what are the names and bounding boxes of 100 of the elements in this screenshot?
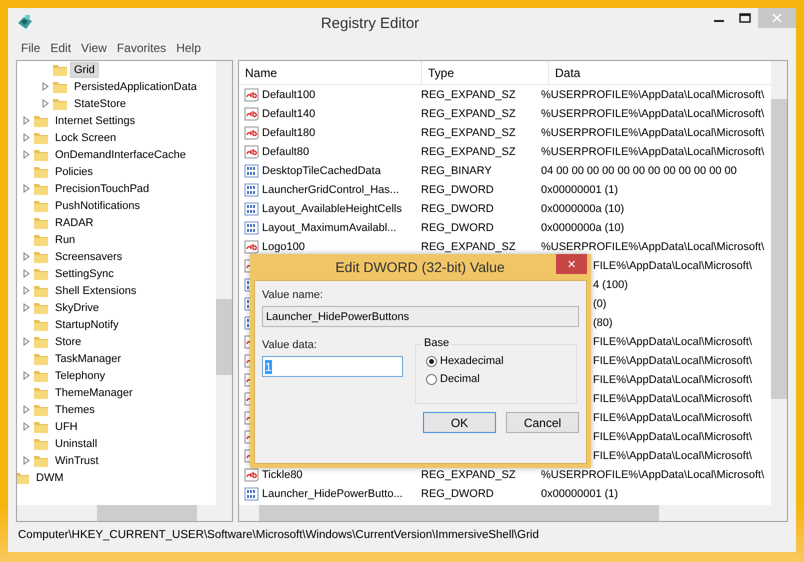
value-type: REG_DWORD [421,202,494,214]
tree-item[interactable]: StateStore [70,96,130,112]
tree-item[interactable]: Internet Settings [51,112,140,128]
folder-icon [17,470,30,484]
expand-arrow-icon[interactable] [22,371,31,380]
tree-item[interactable]: TaskManager [51,350,126,366]
folder-icon [33,266,49,280]
field-label: Value data: [262,339,317,351]
menu-item[interactable]: Edit [45,41,76,55]
close-button[interactable]: ✕ [556,254,587,274]
binary-value-icon [244,202,260,216]
value-name[interactable]: Default140 [262,108,316,120]
value-name[interactable]: Default180 [262,126,316,138]
tree-item[interactable]: SettingSync [51,266,118,282]
string-value-icon [244,88,260,102]
value-data: %USERPROFILE%\AppData\Local\Microsoft\ [541,88,764,100]
expand-arrow-icon[interactable] [22,184,31,193]
value-data: 0x00000001 (1) [541,488,618,500]
value-data: FILE%\AppData\Local\Microsoft\ [593,260,752,272]
value-name[interactable]: LauncherGridControl_Has... [262,184,399,196]
expand-arrow-icon[interactable] [22,456,31,465]
value-name-field[interactable]: Launcher_HidePowerButtons [262,306,579,327]
tree-item[interactable]: DWM [32,470,68,486]
folder-icon [33,114,49,128]
folder-icon [33,300,49,314]
value-name[interactable]: Layout_AvailableHeightCells [262,202,402,214]
expand-arrow-icon[interactable] [22,337,31,346]
folder-icon [33,148,49,162]
folder-icon [33,250,49,264]
tree-item[interactable]: WinTrust [51,452,103,468]
value-name[interactable]: Layout_MaximumAvailabl... [262,222,396,234]
window-title: Registry Editor [320,14,420,32]
group-label: Base [422,337,452,349]
tree-item[interactable]: OnDemandInterfaceCache [51,146,190,162]
folder-icon [33,318,49,332]
tree-item[interactable]: PersistedApplicationData [70,78,201,94]
value-data: FILE%\AppData\Local\Microsoft\ [593,336,752,348]
scrollbar[interactable] [17,505,232,521]
tree-item[interactable]: SkyDrive [51,300,104,316]
column-header[interactable]: Type [422,61,549,84]
menu-item[interactable]: File [16,41,46,55]
status-text: Computer\HKEY_CURRENT_USER\Software\Microsoft\Windows\CurrentVersion\ImmersiveShell\Grid [17,528,540,543]
binary-value-icon [244,220,260,234]
folder-icon [33,368,49,382]
radio-button[interactable] [426,356,437,366]
value-name[interactable]: Launcher_HidePowerButto... [262,488,403,500]
string-value-icon [244,240,260,254]
menu-item[interactable]: View [76,41,112,55]
value-data: FILE%\AppData\Local\Microsoft\ [593,450,752,462]
tree-item[interactable]: PushNotifications [51,198,144,214]
value-data: 0x0000000a (10) [541,222,624,234]
column-header[interactable]: Name [239,61,422,84]
menu-item[interactable]: Favorites [112,41,172,55]
radio-label[interactable]: Decimal [440,373,480,385]
tree-item[interactable]: Shell Extensions [51,282,140,298]
folder-icon [33,216,49,230]
scrollbar[interactable] [216,61,232,505]
tree-item[interactable]: Uninstall [51,436,102,452]
folder-icon [33,386,49,400]
folder-icon [33,130,49,144]
tree-item[interactable]: Policies [51,164,97,180]
radio-button[interactable] [426,374,437,384]
value-name[interactable]: Logo100 [262,240,305,252]
folder-icon [52,62,68,76]
tree-item[interactable]: Themes [51,402,99,418]
tree-item[interactable]: RADAR [51,214,98,230]
dialog-button[interactable]: OK [423,412,496,433]
folder-icon [33,334,49,348]
registry-app-icon [16,14,34,32]
tree-item[interactable]: Screensavers [51,248,126,264]
tree-item[interactable]: StartupNotify [51,316,123,332]
scrollbar[interactable] [239,505,787,521]
tree-item[interactable]: Telephony [51,368,110,384]
dialog-button[interactable]: Cancel [506,412,579,433]
value-name[interactable]: DesktopTileCachedData [262,164,381,176]
tree-item[interactable]: Lock Screen [51,130,120,146]
scrollbar[interactable] [771,61,787,505]
value-type: REG_EXPAND_SZ [421,468,516,480]
value-data: FILE%\AppData\Local\Microsoft\ [593,354,752,366]
tree-item[interactable]: ThemeManager [51,384,137,400]
folder-icon [33,164,49,178]
tree-item[interactable]: PrecisionTouchPad [51,180,154,196]
value-name[interactable]: Default100 [262,88,316,100]
value-data: FILE%\AppData\Local\Microsoft\ [593,412,752,424]
tree-item[interactable]: UFH [51,418,82,434]
folder-icon [33,420,49,434]
folder-icon [33,182,49,196]
folder-icon [33,198,49,212]
folder-icon [33,454,49,468]
menu-item[interactable]: Help [171,41,206,55]
tree-item[interactable]: Grid [70,62,99,78]
folder-icon [52,96,68,110]
value-data: %USERPROFILE%\AppData\Local\Microsoft\ [541,240,764,252]
value-data: FILE%\AppData\Local\Microsoft\ [593,374,752,386]
radio-label[interactable]: Hexadecimal [440,355,504,367]
value-name[interactable]: Tickle80 [262,468,303,480]
value-name[interactable]: Default80 [262,146,310,158]
tree-item[interactable]: Run [51,232,80,248]
value-type: REG_EXPAND_SZ [421,240,516,252]
tree-item[interactable]: Store [51,334,86,350]
